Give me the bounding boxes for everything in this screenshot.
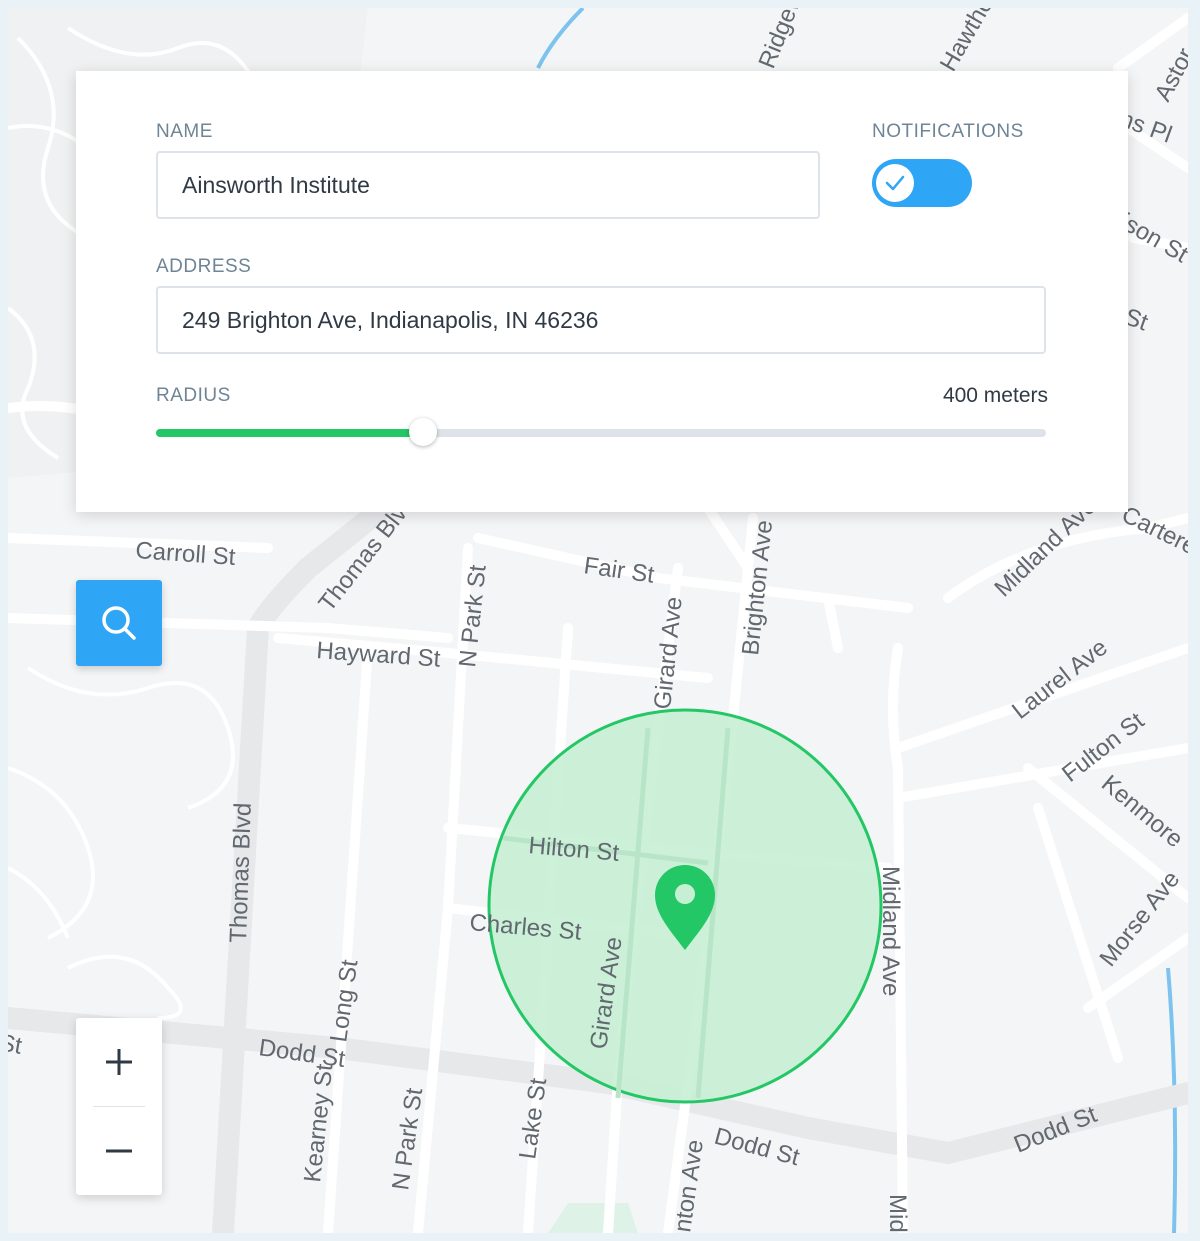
zoom-control [76,1018,162,1195]
street-label: Girard Ave [649,595,688,710]
name-input[interactable] [156,151,820,219]
street-label: Midland Ave [877,866,904,996]
street-label: Dodd St [1010,1101,1101,1159]
street-label: Carroll St [135,537,237,571]
street-label: Lake St [514,1076,552,1161]
address-input[interactable] [156,286,1046,354]
radius-label: RADIUS [156,385,231,406]
zoom-in-button[interactable] [76,1018,162,1106]
street-label: Hayward St [316,637,442,673]
toggle-knob [876,164,914,202]
search-icon [102,606,136,640]
minus-icon [106,1149,132,1153]
name-label: NAME [156,121,213,142]
street-label: Ridgeway [754,8,819,72]
radius-slider[interactable] [156,418,1046,446]
checkmark-icon [885,175,905,191]
search-button[interactable] [76,580,162,666]
location-settings-card: NAME NOTIFICATIONS ADDRESS RADIUS 400 me… [76,71,1128,512]
notifications-toggle[interactable] [872,159,972,207]
address-label: ADDRESS [156,256,252,277]
street-label: Fair St [582,552,656,589]
street-label: Fulton St [1057,707,1150,788]
street-label: Astor [1149,44,1188,106]
zoom-out-button[interactable] [76,1107,162,1195]
street-label: St [8,1029,24,1060]
street-label: Mid [884,1194,911,1233]
street-label: Morse Ave [1094,866,1185,972]
street-label: Thomas Blvd [225,802,257,943]
street-label: Hawthorne [935,8,1016,76]
street-label: Long St [325,958,363,1044]
radius-slider-fill [156,429,423,437]
radius-value: 400 meters [942,384,1048,407]
plus-icon [106,1049,132,1075]
notifications-label: NOTIFICATIONS [872,121,1024,142]
radius-slider-thumb[interactable] [409,418,437,446]
